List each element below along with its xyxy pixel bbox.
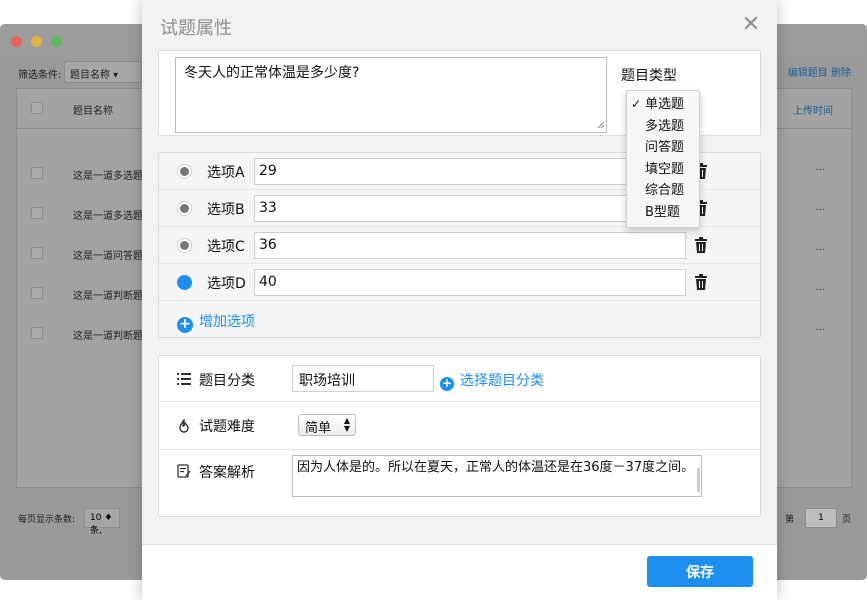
close-icon[interactable]: ✕ xyxy=(741,14,761,36)
column-header-name: 题目名称 xyxy=(73,106,113,117)
type-option-multiple[interactable]: 多选题 xyxy=(627,116,699,138)
select-all-checkbox[interactable] xyxy=(31,102,43,114)
option-a-label: 选项A xyxy=(207,165,245,181)
option-d-input[interactable]: 40 xyxy=(254,269,686,296)
row-checkbox[interactable] xyxy=(31,327,43,339)
maximize-window-dot[interactable] xyxy=(51,36,62,47)
question-properties-dialog: 试题属性 ✕ 冬天人的正常体温是多少度? 题目类型 ✓ 单选题 多选题 问答题 填… xyxy=(142,0,777,600)
updown-arrows-icon: ▲ ▼ xyxy=(343,416,350,433)
plus-circle-icon: + xyxy=(177,317,193,333)
flame-icon xyxy=(179,419,189,433)
option-d-radio[interactable] xyxy=(177,275,192,290)
answer-row: 答案解析 因为人体是的。所以在夏天，正常人的体温还是在36度－37度之间。 xyxy=(159,450,760,518)
type-option-single[interactable]: ✓ 单选题 xyxy=(627,94,699,116)
edit-document-icon xyxy=(177,464,191,478)
option-row-d: 选项D 40 xyxy=(159,264,760,301)
save-button[interactable]: 保存 xyxy=(647,556,753,587)
meta-panel: 题目分类 职场培训 + 选择题目分类 试题难度 简单 ▲ ▼ 答案解析 因为人体是的。… xyxy=(158,355,761,517)
resize-grip-icon[interactable] xyxy=(597,121,605,129)
row-checkbox[interactable] xyxy=(31,167,43,179)
column-header-upload-time[interactable]: 上传时间 xyxy=(793,102,833,117)
dialog-footer: 保存 xyxy=(142,544,777,600)
filter-label: 筛选条件: xyxy=(18,70,62,81)
option-row-c: 选项C 36 xyxy=(159,227,760,264)
list-icon xyxy=(177,373,191,385)
question-type-dropdown[interactable]: ✓ 单选题 多选题 问答题 填空题 综合题 B型题 xyxy=(626,90,700,228)
close-window-dot[interactable] xyxy=(11,36,22,47)
category-row: 题目分类 职场培训 + 选择题目分类 xyxy=(159,356,760,402)
page-number-input[interactable]: 1 xyxy=(805,508,837,528)
option-d-label: 选项D xyxy=(207,276,246,292)
option-b-label: 选项B xyxy=(207,202,245,218)
top-actions[interactable]: 编辑题目 删除 xyxy=(788,64,851,79)
option-c-label: 选项C xyxy=(207,239,245,255)
option-a-input[interactable]: 29 xyxy=(254,158,686,185)
type-option-fill[interactable]: 填空题 xyxy=(627,159,699,181)
row-checkbox[interactable] xyxy=(31,207,43,219)
choose-category-button[interactable]: + 选择题目分类 xyxy=(440,370,544,391)
trash-icon[interactable] xyxy=(694,237,708,253)
trash-icon[interactable] xyxy=(694,274,708,290)
difficulty-label: 试题难度 xyxy=(199,419,255,435)
option-c-radio[interactable] xyxy=(177,238,192,253)
question-textarea[interactable]: 冬天人的正常体温是多少度? xyxy=(175,57,607,133)
option-a-radio[interactable] xyxy=(177,164,192,179)
plus-circle-icon: + xyxy=(440,376,454,391)
answer-label: 答案解析 xyxy=(199,465,255,481)
option-c-input[interactable]: 36 xyxy=(254,232,686,259)
category-input[interactable]: 职场培训 xyxy=(292,365,434,392)
type-option-essay[interactable]: 问答题 xyxy=(627,137,699,159)
difficulty-row: 试题难度 简单 ▲ ▼ xyxy=(159,402,760,450)
row-checkbox[interactable] xyxy=(31,247,43,259)
difficulty-select[interactable]: 简单 ▲ ▼ xyxy=(298,414,356,436)
minimize-window-dot[interactable] xyxy=(31,36,42,47)
option-b-radio[interactable] xyxy=(177,201,192,216)
type-option-comprehensive[interactable]: 综合题 xyxy=(627,180,699,202)
page-size-select[interactable]: 10 ♦ 条, xyxy=(84,508,120,536)
question-type-label: 题目类型 xyxy=(621,68,677,84)
category-label: 题目分类 xyxy=(199,373,255,389)
add-option-button[interactable]: + 增加选项 xyxy=(177,311,255,333)
type-option-b-type[interactable]: B型题 xyxy=(627,202,699,224)
option-b-input[interactable]: 33 xyxy=(254,195,686,222)
check-icon: ✓ xyxy=(631,97,642,111)
filter-select[interactable]: 题目名称 ▾ xyxy=(64,61,142,83)
answer-scrollbar[interactable] xyxy=(697,468,700,492)
dialog-title: 试题属性 xyxy=(160,18,232,39)
answer-textarea[interactable]: 因为人体是的。所以在夏天，正常人的体温还是在36度－37度之间。 xyxy=(292,455,702,497)
row-checkbox[interactable] xyxy=(31,287,43,299)
page-size-label: 每页显示条数: xyxy=(18,515,76,525)
